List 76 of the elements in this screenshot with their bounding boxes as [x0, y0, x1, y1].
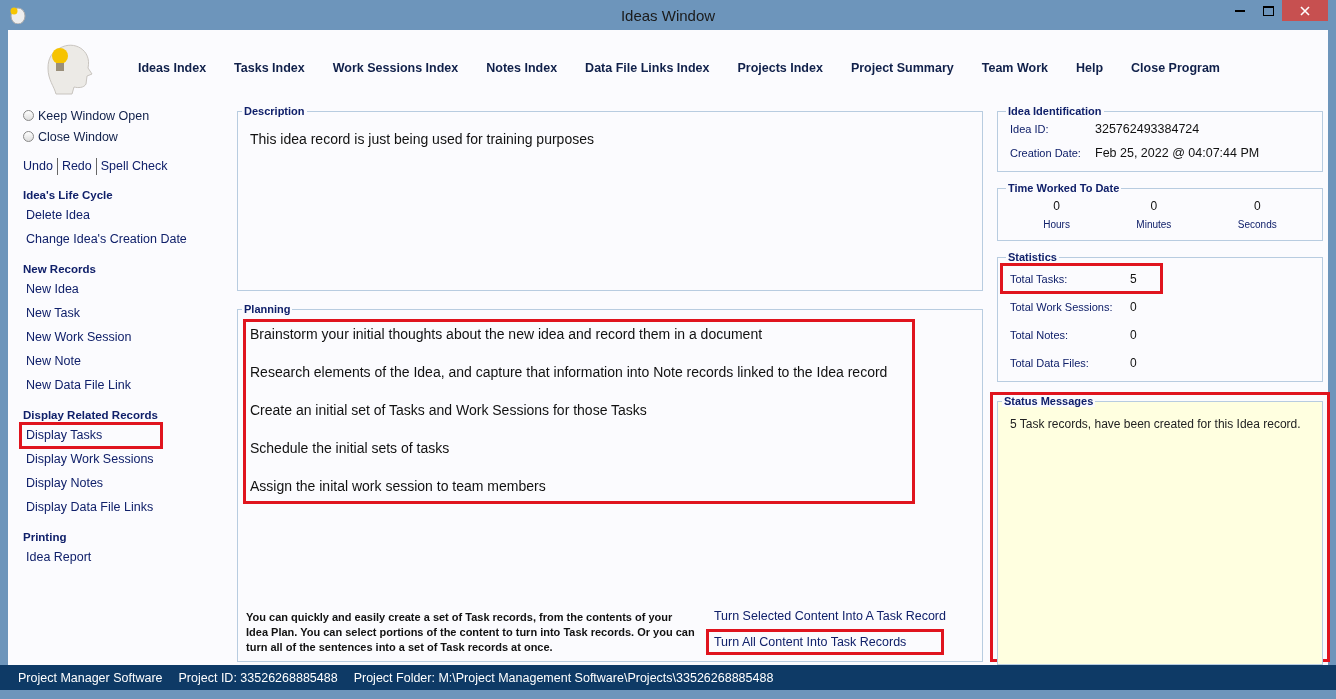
statistic-value: 0	[1130, 299, 1137, 314]
plan-line: Create an initial set of Tasks and Work Sessions for those Tasks	[250, 401, 648, 420]
radio-option[interactable]: Keep Window Open	[23, 105, 229, 126]
time-value: 0	[1150, 199, 1158, 213]
plan-line: Assign the inital work session to team members	[250, 477, 547, 496]
plan-text-area[interactable]	[243, 319, 915, 504]
time-unit-label: Minutes	[1136, 219, 1172, 230]
time-unit-label: Hours	[1043, 219, 1070, 230]
panel-title: Status Messages	[1002, 395, 1096, 407]
section-heading: New Records	[23, 262, 97, 277]
sidebar-link[interactable]: New Work Session	[19, 324, 139, 351]
statistic-label: Total Tasks:	[1010, 272, 1069, 285]
sidebar-link[interactable]: Display Notes	[19, 470, 111, 497]
statistic-value: 0	[1130, 327, 1137, 342]
panel-title: Planning	[243, 303, 292, 315]
sidebar-link[interactable]: Change Idea's Creation Date	[19, 226, 194, 253]
statistic-value: 0	[1130, 355, 1137, 370]
statistic-label: Total Work Sessions:	[1010, 300, 1114, 313]
help-text: You can quickly and easily create a set of Task records, from the contents of your Idea Plan. You can select portions of the content to turn into Task records. Or you can turn all of the sentences into a set of Task records at once.	[246, 610, 696, 655]
menu-item[interactable]: Notes Index	[472, 60, 572, 75]
panel-title: Idea Identification	[1007, 105, 1103, 117]
maximize-icon	[1262, 5, 1274, 16]
edit-link[interactable]: Redo	[61, 159, 92, 173]
menu-item[interactable]: Ideas Index	[124, 60, 221, 75]
minimize-icon	[1235, 9, 1245, 12]
sidebar-link[interactable]: Display Data File Links	[19, 494, 161, 521]
statistic-label: Total Notes:	[1010, 328, 1070, 341]
status-text: Project Folder: M:\Project Management Software\Projects\33526268885488	[353, 670, 774, 685]
edit-link[interactable]: Spell Check	[100, 159, 168, 173]
head-icon	[8, 6, 26, 24]
time-value: 0	[1253, 199, 1261, 213]
menu-item[interactable]: Project Summary	[836, 60, 968, 75]
field-value: 325762493384724	[1095, 122, 1200, 136]
panel-title: Description	[243, 105, 306, 117]
sidebar-link[interactable]: Idea Report	[19, 544, 99, 571]
action-link[interactable]: Turn All Content Into Task Records	[705, 629, 944, 655]
sidebar-link[interactable]: Delete Idea	[19, 202, 97, 229]
radio-button[interactable]	[23, 131, 34, 142]
section-heading: Printing	[23, 530, 68, 545]
menu-item[interactable]: Data File Links Index	[571, 60, 724, 75]
field-label: Creation Date:	[1010, 147, 1082, 159]
action-link[interactable]: Turn Selected Content Into A Task Record	[705, 603, 954, 629]
sidebar-link[interactable]: New Idea	[19, 276, 86, 303]
section-heading: Idea's Life Cycle	[23, 188, 114, 203]
radio-button[interactable]	[23, 110, 34, 121]
sidebar-link[interactable]: New Data File Link	[19, 372, 138, 399]
menu-item[interactable]: Help	[1061, 60, 1118, 75]
radio-option[interactable]: Close Window	[23, 126, 229, 147]
field-label: Idea ID:	[1010, 123, 1050, 135]
status-text: Project ID: 33526268885488	[178, 670, 338, 685]
sidebar-link[interactable]: New Task	[19, 300, 87, 327]
menu-item[interactable]: Projects Index	[723, 60, 837, 75]
status-text: Project Manager Software	[18, 670, 163, 685]
statistic-value: 5	[1130, 271, 1137, 286]
close-icon	[1300, 5, 1310, 16]
panel-title: Time Worked To Date	[1007, 182, 1121, 194]
edit-link[interactable]: Undo	[23, 159, 53, 173]
time-value: 0	[1053, 199, 1060, 213]
sidebar-link[interactable]: Display Work Sessions	[19, 446, 161, 473]
plan-line: Brainstorm your initial thoughts about the new idea and record them in a document	[250, 325, 764, 344]
statistic-label: Total Data Files:	[1010, 356, 1090, 369]
menu-item[interactable]: Team Work	[967, 60, 1062, 75]
panel-title: Statistics	[1007, 251, 1058, 263]
menu-item[interactable]: Work Sessions Index	[318, 60, 473, 75]
menu-item[interactable]: Tasks Index	[220, 60, 319, 75]
window-title: Ideas Window	[620, 7, 716, 24]
description-text[interactable]: This idea record is just being used for training purposes	[250, 131, 970, 147]
sidebar-link[interactable]: Display Tasks	[19, 422, 163, 449]
plan-line: Schedule the initial sets of tasks	[250, 439, 451, 458]
menu-item[interactable]: Close Program	[1117, 60, 1234, 75]
status-message: 5 Task records, have been created for this Idea record.	[1010, 417, 1302, 431]
plan-line: Research elements of the Idea, and capture that information into Note records linked to the Idea record	[250, 363, 889, 382]
sidebar-link[interactable]: New Note	[19, 348, 88, 375]
time-unit-label: Seconds	[1237, 219, 1277, 230]
section-heading: Display Related Records	[23, 408, 159, 423]
field-value: Feb 25, 2022 @ 04:07:44 PM	[1095, 146, 1260, 160]
